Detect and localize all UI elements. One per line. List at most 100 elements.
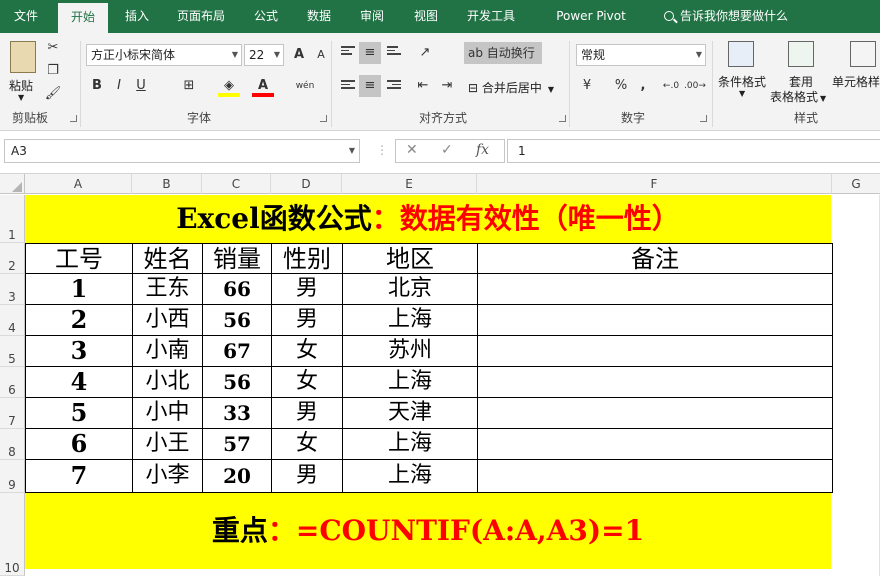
header-cell-sales[interactable]: 销量	[202, 243, 272, 274]
align-bottom-icon[interactable]	[387, 46, 401, 58]
orientation-icon[interactable]: ↗	[414, 42, 436, 64]
cell-region[interactable]: 上海	[342, 459, 478, 493]
paste-dropdown-icon[interactable]: ▼	[18, 93, 24, 102]
cell-gender[interactable]: 女	[271, 428, 343, 460]
row-header-6[interactable]: 6	[0, 367, 25, 398]
cell-id[interactable]: 2	[25, 304, 133, 336]
tab-insert[interactable]: 插入	[114, 0, 160, 33]
cell-name[interactable]: 小中	[132, 397, 203, 429]
row-header-7[interactable]: 7	[0, 398, 25, 429]
font-launcher-icon[interactable]	[320, 115, 327, 122]
increase-indent-icon[interactable]: ⇥	[436, 75, 458, 97]
cell-styles-button[interactable]: 单元格样	[832, 73, 880, 90]
enter-icon[interactable]: ✓	[441, 142, 453, 158]
insert-function-button[interactable]: fx	[476, 142, 489, 158]
bold-button[interactable]: B	[86, 75, 108, 97]
column-header-c[interactable]: C	[202, 174, 271, 194]
cell-region[interactable]: 北京	[342, 273, 478, 305]
comma-style-button[interactable]: ,	[632, 75, 654, 97]
increase-decimal-icon[interactable]: ←.0	[660, 75, 682, 97]
conditional-format-button[interactable]: 条件格式	[718, 73, 766, 90]
cell-gender[interactable]: 女	[271, 366, 343, 398]
tab-developer[interactable]: 开发工具	[458, 0, 524, 33]
cell-id[interactable]: 7	[25, 459, 133, 493]
cell-sales[interactable]: 56	[202, 366, 272, 398]
borders-icon[interactable]: ⊞	[178, 75, 200, 97]
cell-remark[interactable]	[477, 304, 833, 336]
merge-center-button[interactable]: ⊟ 合并后居中 ▼	[468, 79, 554, 96]
decrease-decimal-icon[interactable]: .00→	[684, 75, 706, 97]
cell-gender[interactable]: 女	[271, 335, 343, 367]
cell-id[interactable]: 1	[25, 273, 133, 305]
header-cell-name[interactable]: 姓名	[132, 243, 203, 274]
number-format-combo[interactable]: 常规 ▼	[576, 44, 706, 66]
cell-gender[interactable]: 男	[271, 273, 343, 305]
cell-name[interactable]: 王东	[132, 273, 203, 305]
align-middle-icon[interactable]: ≡	[359, 42, 381, 64]
format-painter-icon[interactable]: 🖌	[42, 83, 64, 105]
cell-gender[interactable]: 男	[271, 304, 343, 336]
column-header-b[interactable]: B	[132, 174, 202, 194]
tab-file[interactable]: 文件	[0, 0, 52, 33]
row-header-5[interactable]: 5	[0, 336, 25, 367]
cell-remark[interactable]	[477, 397, 833, 429]
cell-remark[interactable]	[477, 459, 833, 493]
cell-id[interactable]: 4	[25, 366, 133, 398]
select-all-button[interactable]	[0, 174, 25, 194]
column-header-f[interactable]: F	[477, 174, 832, 194]
cell-name[interactable]: 小王	[132, 428, 203, 460]
tell-me-box[interactable]: 告诉我你想要做什么	[664, 0, 788, 33]
row-header-10[interactable]: 10	[0, 493, 25, 576]
tab-power-pivot[interactable]: Power Pivot	[534, 0, 648, 33]
tab-formulas[interactable]: 公式	[244, 0, 288, 33]
cell-sales[interactable]: 66	[202, 273, 272, 305]
drag-handle-icon[interactable]: ⋮	[376, 143, 388, 157]
cell-remark[interactable]	[477, 366, 833, 398]
number-launcher-icon[interactable]	[700, 115, 707, 122]
cell-sales[interactable]: 57	[202, 428, 272, 460]
tab-data[interactable]: 数据	[297, 0, 341, 33]
formula-input[interactable]: 1	[507, 139, 880, 163]
cancel-icon[interactable]: ✕	[406, 142, 418, 158]
cell-gender[interactable]: 男	[271, 397, 343, 429]
tab-view[interactable]: 视图	[404, 0, 448, 33]
key-formula-note[interactable]: 重点：=COUNTIF(A:A,A3)=1	[25, 493, 831, 569]
paste-icon[interactable]	[10, 41, 36, 73]
italic-button[interactable]: I	[108, 75, 130, 97]
copy-icon[interactable]: ❐	[42, 60, 64, 82]
cell-sales[interactable]: 20	[202, 459, 272, 493]
cell-id[interactable]: 3	[25, 335, 133, 367]
underline-button[interactable]: U	[130, 75, 152, 97]
tab-home[interactable]: 开始	[58, 3, 108, 33]
tab-review[interactable]: 审阅	[350, 0, 394, 33]
row-header-2[interactable]: 2	[0, 243, 25, 274]
row-header-8[interactable]: 8	[0, 429, 25, 460]
cell-region[interactable]: 上海	[342, 304, 478, 336]
phonetic-button[interactable]: wén	[294, 75, 316, 97]
font-color-button[interactable]: A	[252, 75, 274, 97]
grow-font-button[interactable]: A	[288, 44, 310, 66]
cell-region[interactable]: 上海	[342, 428, 478, 460]
cell-sales[interactable]: 33	[202, 397, 272, 429]
tab-page-layout[interactable]: 页面布局	[168, 0, 234, 33]
cell-remark[interactable]	[477, 273, 833, 305]
font-name-combo[interactable]: 方正小标宋简体 ▼	[86, 44, 242, 66]
cell-gender[interactable]: 男	[271, 459, 343, 493]
cell-name[interactable]: 小北	[132, 366, 203, 398]
header-cell-region[interactable]: 地区	[342, 243, 478, 274]
name-box[interactable]: A3 ▼	[4, 139, 360, 163]
cell-styles-icon[interactable]	[850, 41, 876, 67]
cell-name[interactable]: 小李	[132, 459, 203, 493]
currency-icon[interactable]: ¥	[576, 75, 598, 97]
column-header-a[interactable]: A	[25, 174, 132, 194]
cell-sales[interactable]: 67	[202, 335, 272, 367]
format-as-table-label[interactable]: 表格格式 ▼	[770, 88, 826, 105]
row-header-1[interactable]: 1	[0, 195, 25, 243]
header-cell-remark[interactable]: 备注	[477, 243, 833, 274]
cell-id[interactable]: 6	[25, 428, 133, 460]
wrap-text-button[interactable]: ab 自动换行	[464, 42, 542, 64]
align-right-icon[interactable]	[387, 80, 401, 92]
align-top-icon[interactable]	[341, 46, 355, 58]
cell-sales[interactable]: 56	[202, 304, 272, 336]
alignment-launcher-icon[interactable]	[559, 115, 566, 122]
